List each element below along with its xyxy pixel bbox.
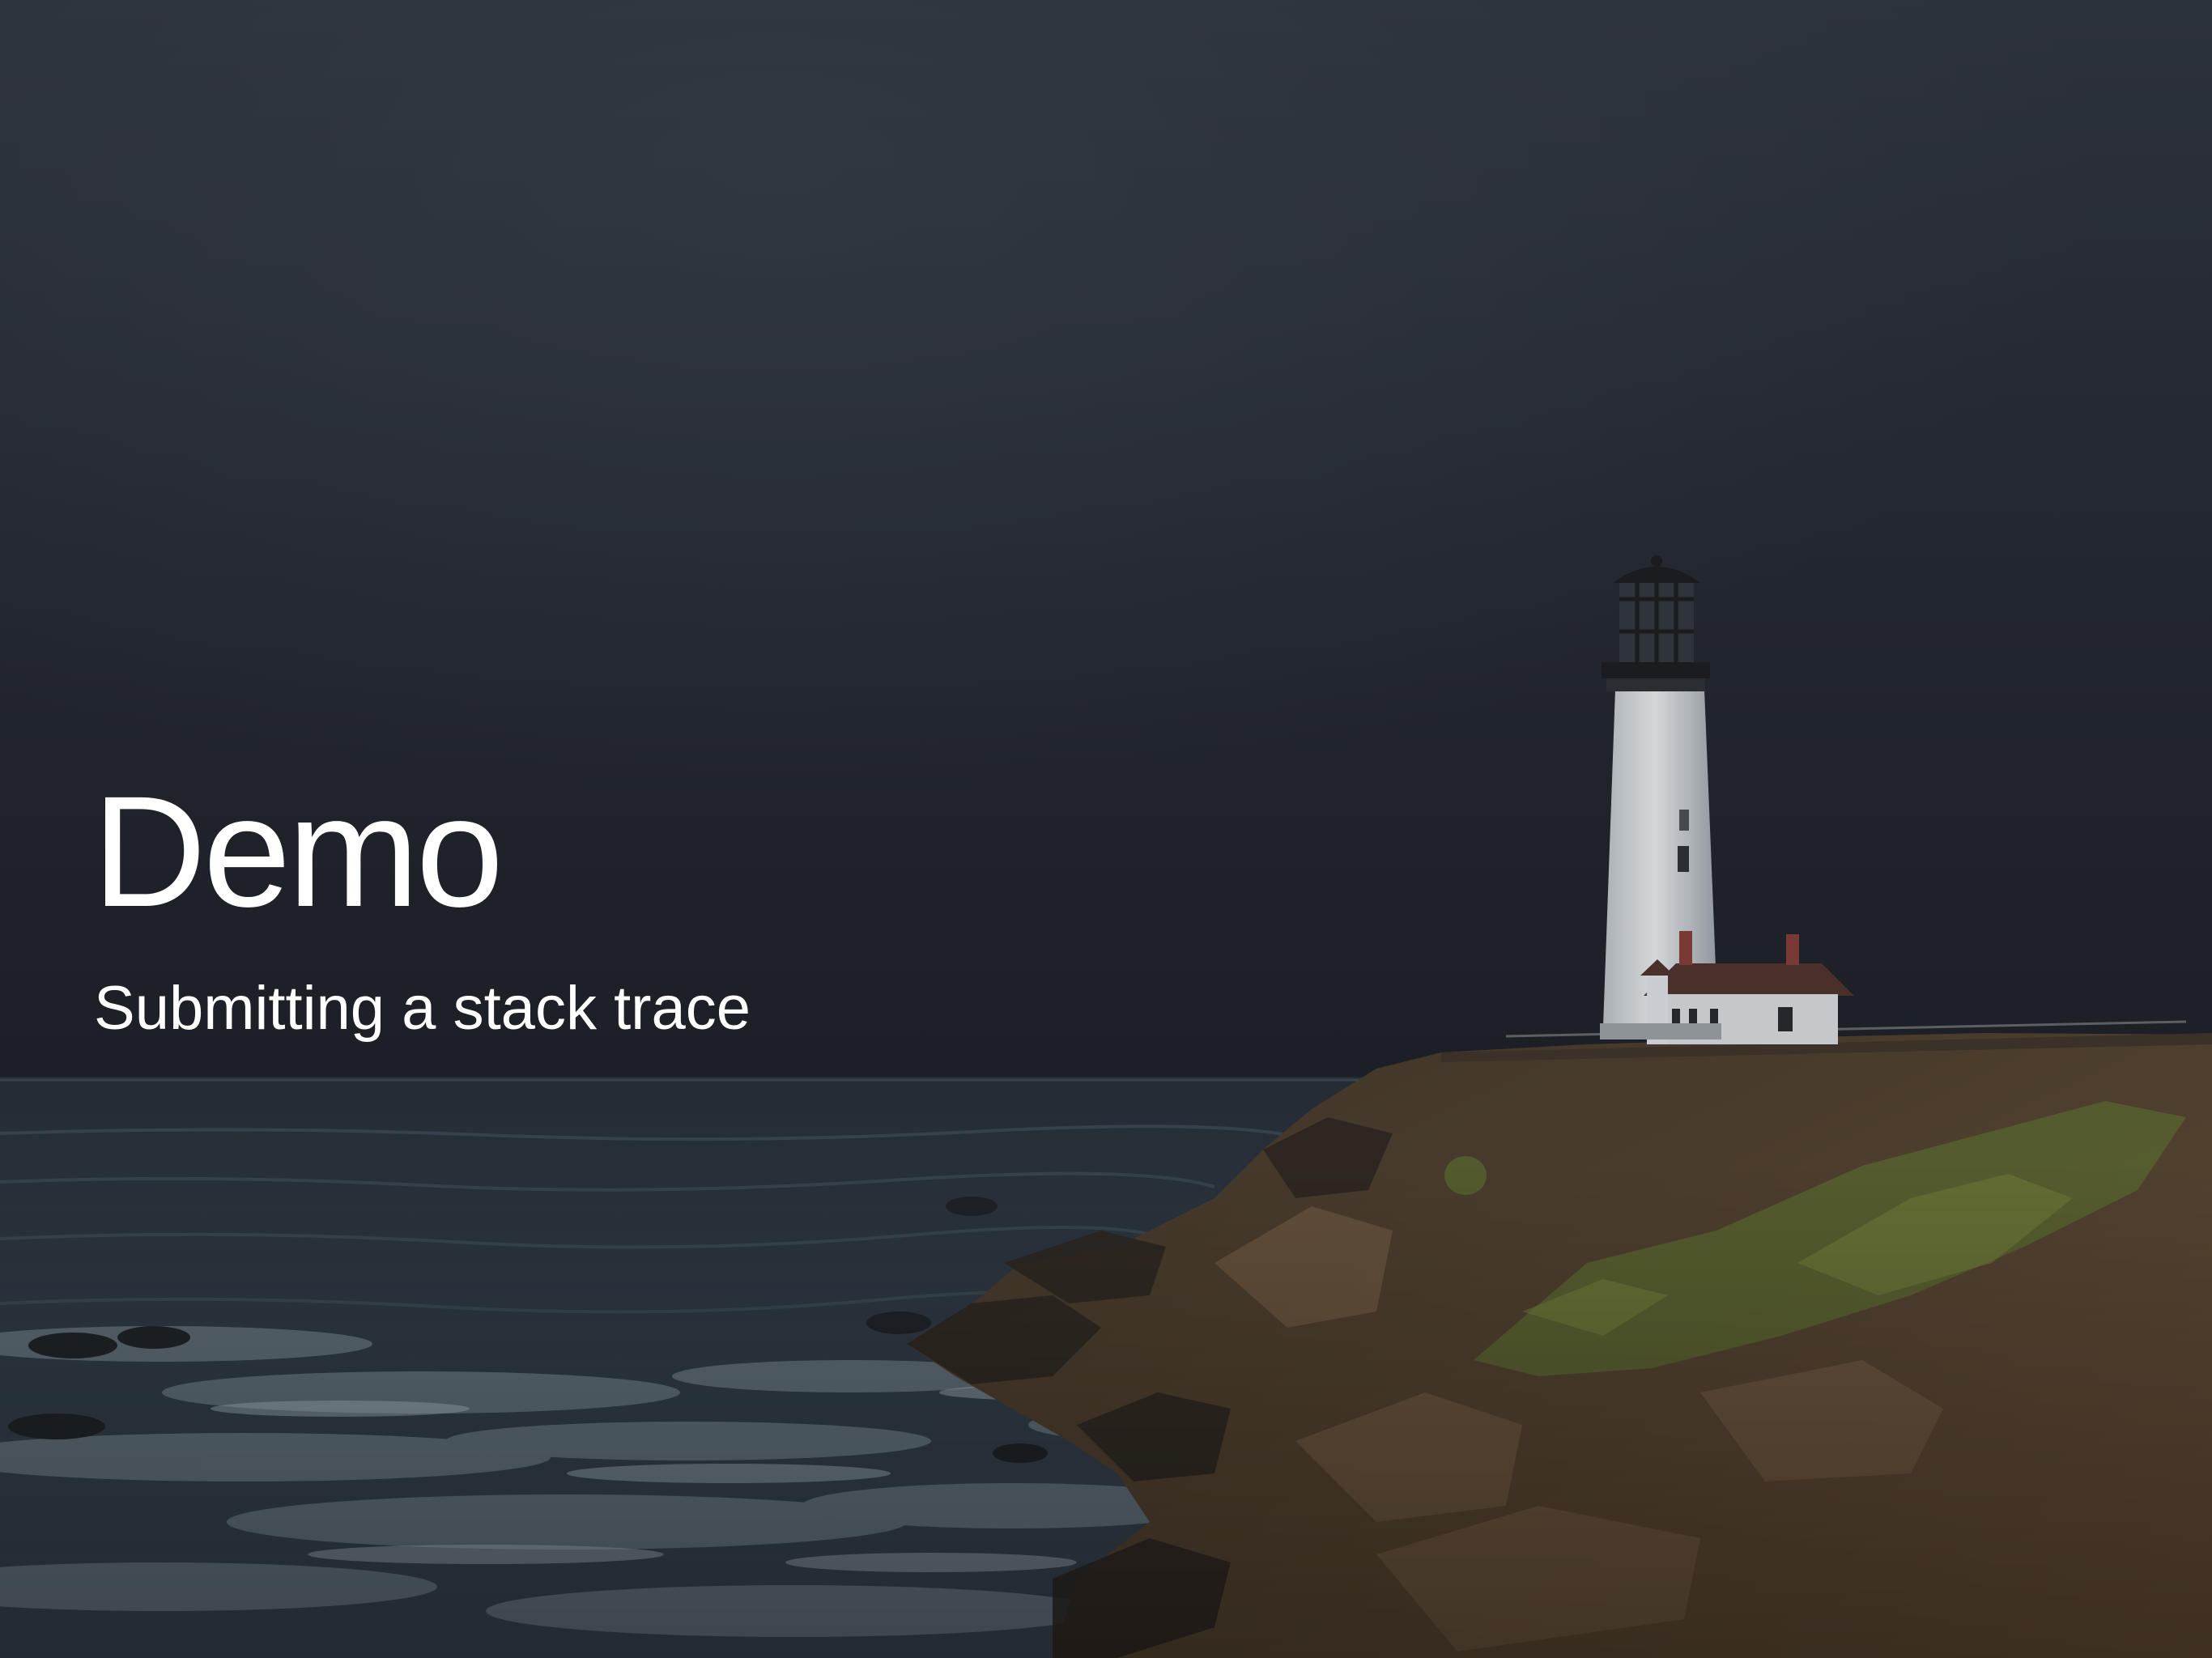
slide-title: Demo [92, 763, 504, 940]
slide: Demo Submitting a stack trace [0, 0, 2212, 1658]
slide-subtitle: Submitting a stack trace [94, 974, 751, 1043]
